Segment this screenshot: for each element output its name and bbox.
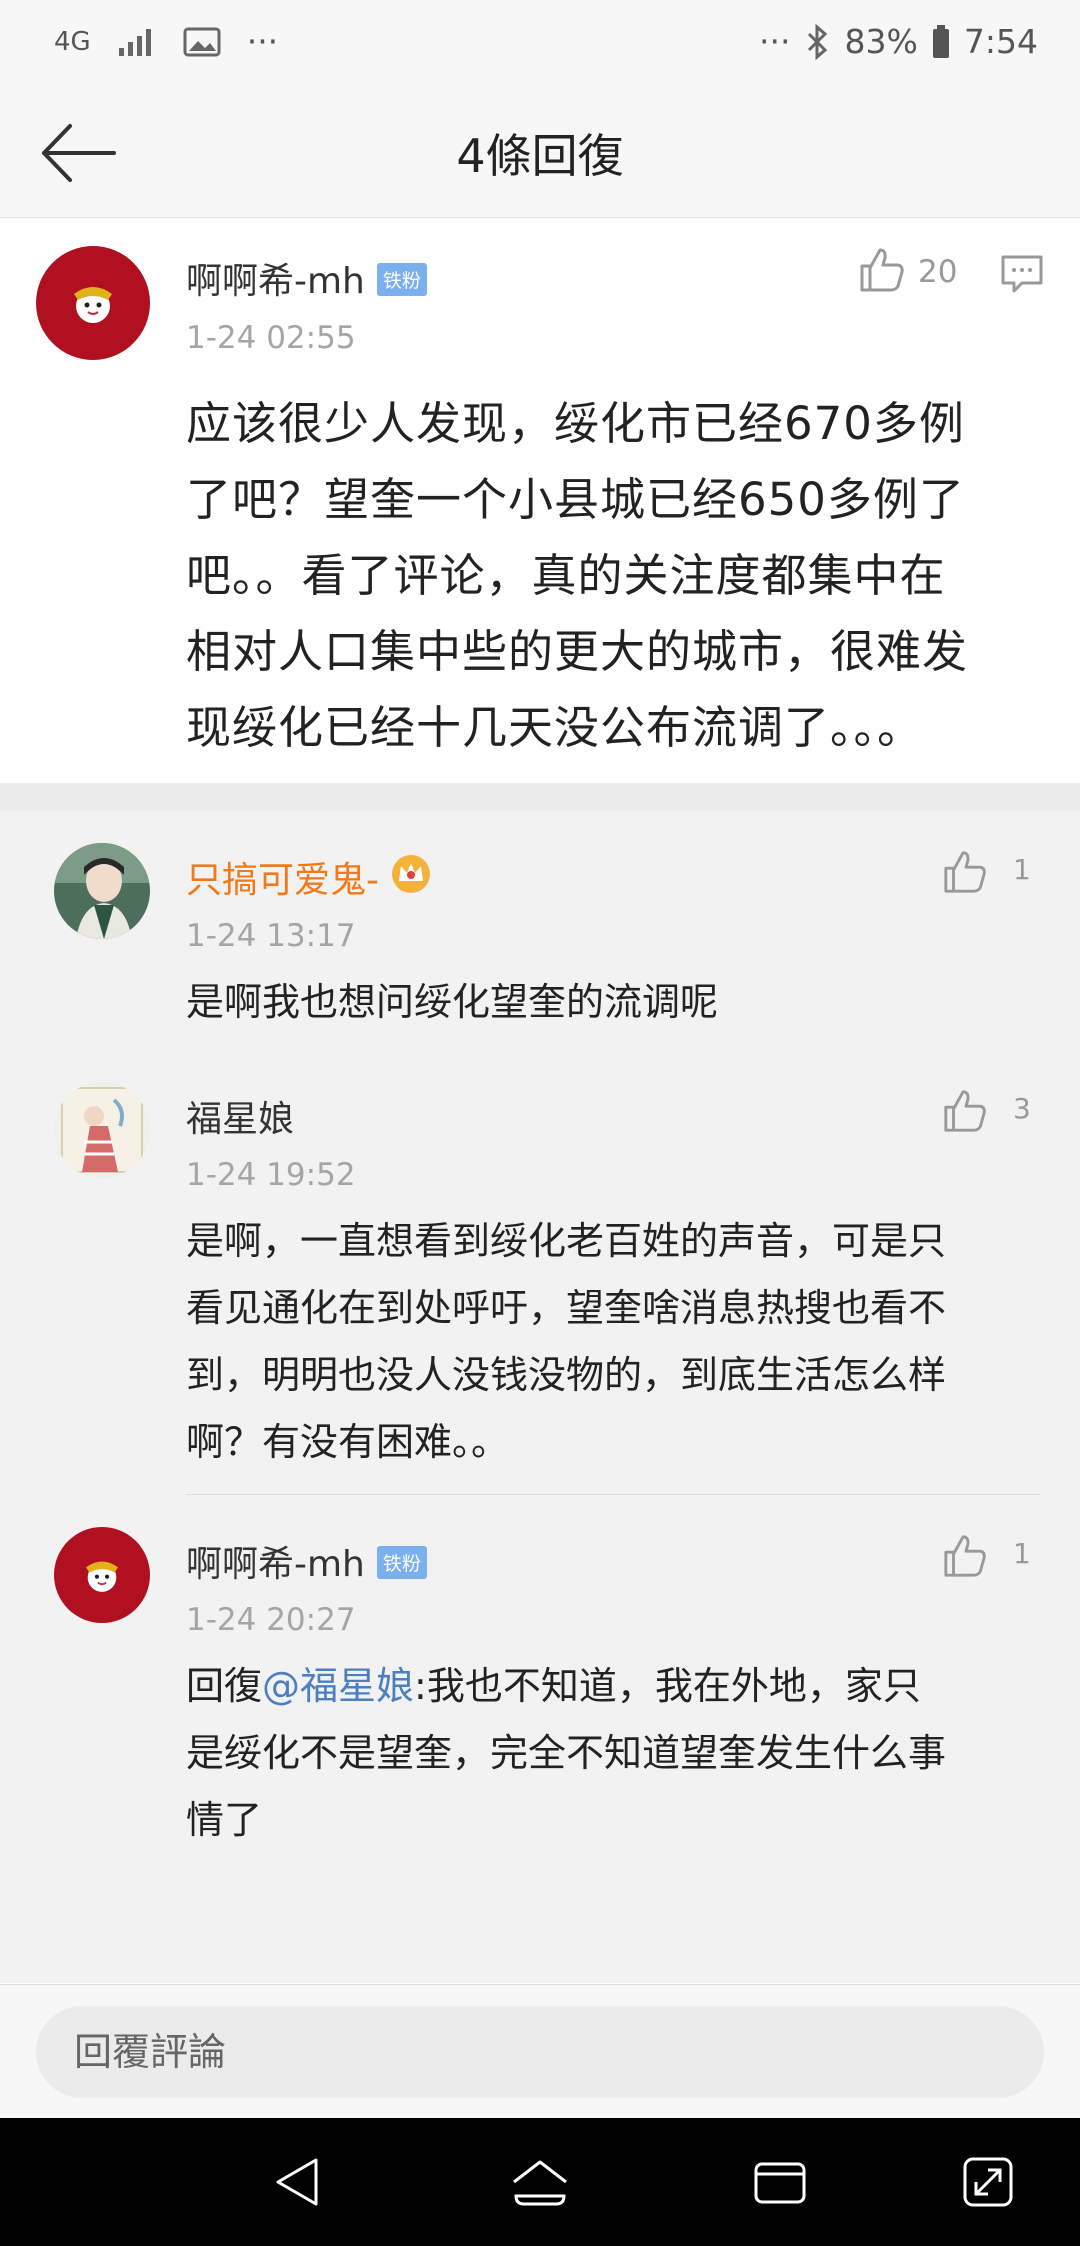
comment-line: 了吧？望奎一个小县城已经650多例了 <box>186 473 965 526</box>
section-divider <box>0 783 1080 811</box>
reply-input-bar: 回覆評論 <box>0 1984 1080 2119</box>
reply-divider <box>186 1494 1040 1495</box>
triangle-back-icon <box>276 2158 318 2206</box>
nav-home-button[interactable] <box>510 2156 570 2212</box>
reply-button[interactable] <box>1000 254 1044 298</box>
like-count: 1 <box>1013 1537 1031 1570</box>
thumbs-up-icon <box>944 851 986 893</box>
reply-list: 只搞可爱鬼- 1-24 13:17 1 是啊我也想问绥化望奎的流调呢 福星娘 1… <box>0 811 1080 1983</box>
page-title: 4條回復 <box>456 129 624 183</box>
fan-badge: 铁粉 <box>376 262 427 296</box>
reply-line: 回復@福星娘:我也不知道，我在外地，家只 <box>186 1653 1036 1720</box>
fan-badge: 铁粉 <box>376 1545 427 1579</box>
reply-line: 啊？有没有困难。。 <box>186 1420 510 1464</box>
reply-line: 是绥化不是望奎，完全不知道望奎发生什么事 <box>186 1731 947 1775</box>
reply-line: 是啊，一直想看到绥化老百姓的声音，可是只 <box>186 1219 947 1263</box>
system-nav-bar <box>0 2118 1080 2246</box>
bluetooth-icon <box>805 23 831 60</box>
reply-time: 1-24 19:52 <box>186 1157 356 1193</box>
username-text: 啊啊希-mh <box>186 1544 365 1585</box>
avatar[interactable] <box>54 1527 150 1623</box>
reply-time: 1-24 13:17 <box>186 918 356 954</box>
like-count: 20 <box>918 254 958 290</box>
reply-line: 情了 <box>186 1798 263 1842</box>
like-count: 3 <box>1013 1092 1031 1125</box>
comment-time: 1-24 02:55 <box>186 320 356 356</box>
reply-line: 到，明明也没人没钱没物的，到底生活怎么样 <box>186 1353 947 1397</box>
more-status-dots: ··· <box>759 22 791 61</box>
reply-text: 是啊我也想问绥化望奎的流调呢 <box>186 969 1036 1036</box>
like-button[interactable] <box>858 246 906 298</box>
comment-text: 应该很少人发现，绥化市已经670多例 了吧？望奎一个小县城已经650多例了 吧。… <box>186 386 1016 766</box>
nav-back-button[interactable] <box>272 2156 324 2212</box>
avatar[interactable] <box>54 1082 150 1178</box>
mention-link[interactable]: @福星娘 <box>262 1664 414 1708</box>
like-button[interactable] <box>942 1533 988 1583</box>
battery-percent: 83% <box>844 22 918 61</box>
comment-line: 应该很少人发现，绥化市已经670多例 <box>186 397 965 450</box>
reply-time: 1-24 20:27 <box>186 1602 356 1638</box>
like-button[interactable] <box>942 1088 988 1138</box>
reply-line-rest: :我也不知道，我在外地，家只 <box>414 1664 921 1708</box>
signal-icon <box>117 26 157 58</box>
thumbs-up-icon <box>944 1535 986 1577</box>
comment-line: 现绥化已经十几天没公布流调了。。。 <box>186 701 924 754</box>
nav-expand-button[interactable] <box>962 2156 1014 2212</box>
more-notifications-dots: ··· <box>246 22 279 61</box>
reply-username[interactable]: 只搞可爱鬼- <box>186 851 432 908</box>
comment-bubble-icon <box>1001 255 1043 293</box>
clock: 7:54 <box>963 22 1038 61</box>
avatar[interactable] <box>36 246 150 360</box>
comment-line: 相对人口集中些的更大的城市，很难发 <box>186 625 969 678</box>
comment-username[interactable]: 啊啊希-mh 铁粉 <box>186 252 427 304</box>
username-text: 啊啊希-mh <box>186 261 365 302</box>
reply-text: 是啊，一直想看到绥化老百姓的声音，可是只 看见通化在到处呼吁，望奎啥消息热搜也看… <box>186 1208 1036 1476</box>
thumbs-up-icon <box>860 248 904 292</box>
nav-recents-button[interactable] <box>752 2156 808 2212</box>
recents-icon <box>754 2162 806 2204</box>
like-button[interactable] <box>942 849 988 899</box>
reply-username[interactable]: 福星娘 <box>186 1090 294 1142</box>
reply-text: 回復@福星娘:我也不知道，我在外地，家只 是绥化不是望奎，完全不知道望奎发生什么… <box>186 1653 1036 1854</box>
like-count: 1 <box>1013 853 1031 886</box>
thumbs-up-icon <box>944 1090 986 1132</box>
reply-line: 是啊我也想问绥化望奎的流调呢 <box>186 980 719 1024</box>
reply-input[interactable]: 回覆評論 <box>36 2006 1044 2098</box>
main-comment: 啊啊希-mh 铁粉 1-24 02:55 20 应该很少人发现，绥化市已经670多… <box>0 218 1080 783</box>
username-text: 只搞可爱鬼- <box>186 860 379 901</box>
network-indicator: 4G <box>54 26 91 57</box>
avatar[interactable] <box>54 843 150 939</box>
home-icon <box>513 2160 567 2206</box>
status-bar: 4G ··· ··· 83% 7:54 <box>0 0 1080 90</box>
vip-crown-icon <box>390 853 432 904</box>
expand-icon <box>963 2157 1013 2207</box>
header: 4條回復 <box>0 90 1080 218</box>
battery-icon <box>932 24 950 59</box>
image-icon <box>183 27 221 57</box>
comment-line: 吧。。看了评论，真的关注度都集中在 <box>186 549 946 602</box>
reply-username[interactable]: 啊啊希-mh 铁粉 <box>186 1535 427 1587</box>
reply-prefix: 回復 <box>186 1664 263 1708</box>
reply-line: 看见通化在到处呼吁，望奎啥消息热搜也看不 <box>186 1286 947 1330</box>
